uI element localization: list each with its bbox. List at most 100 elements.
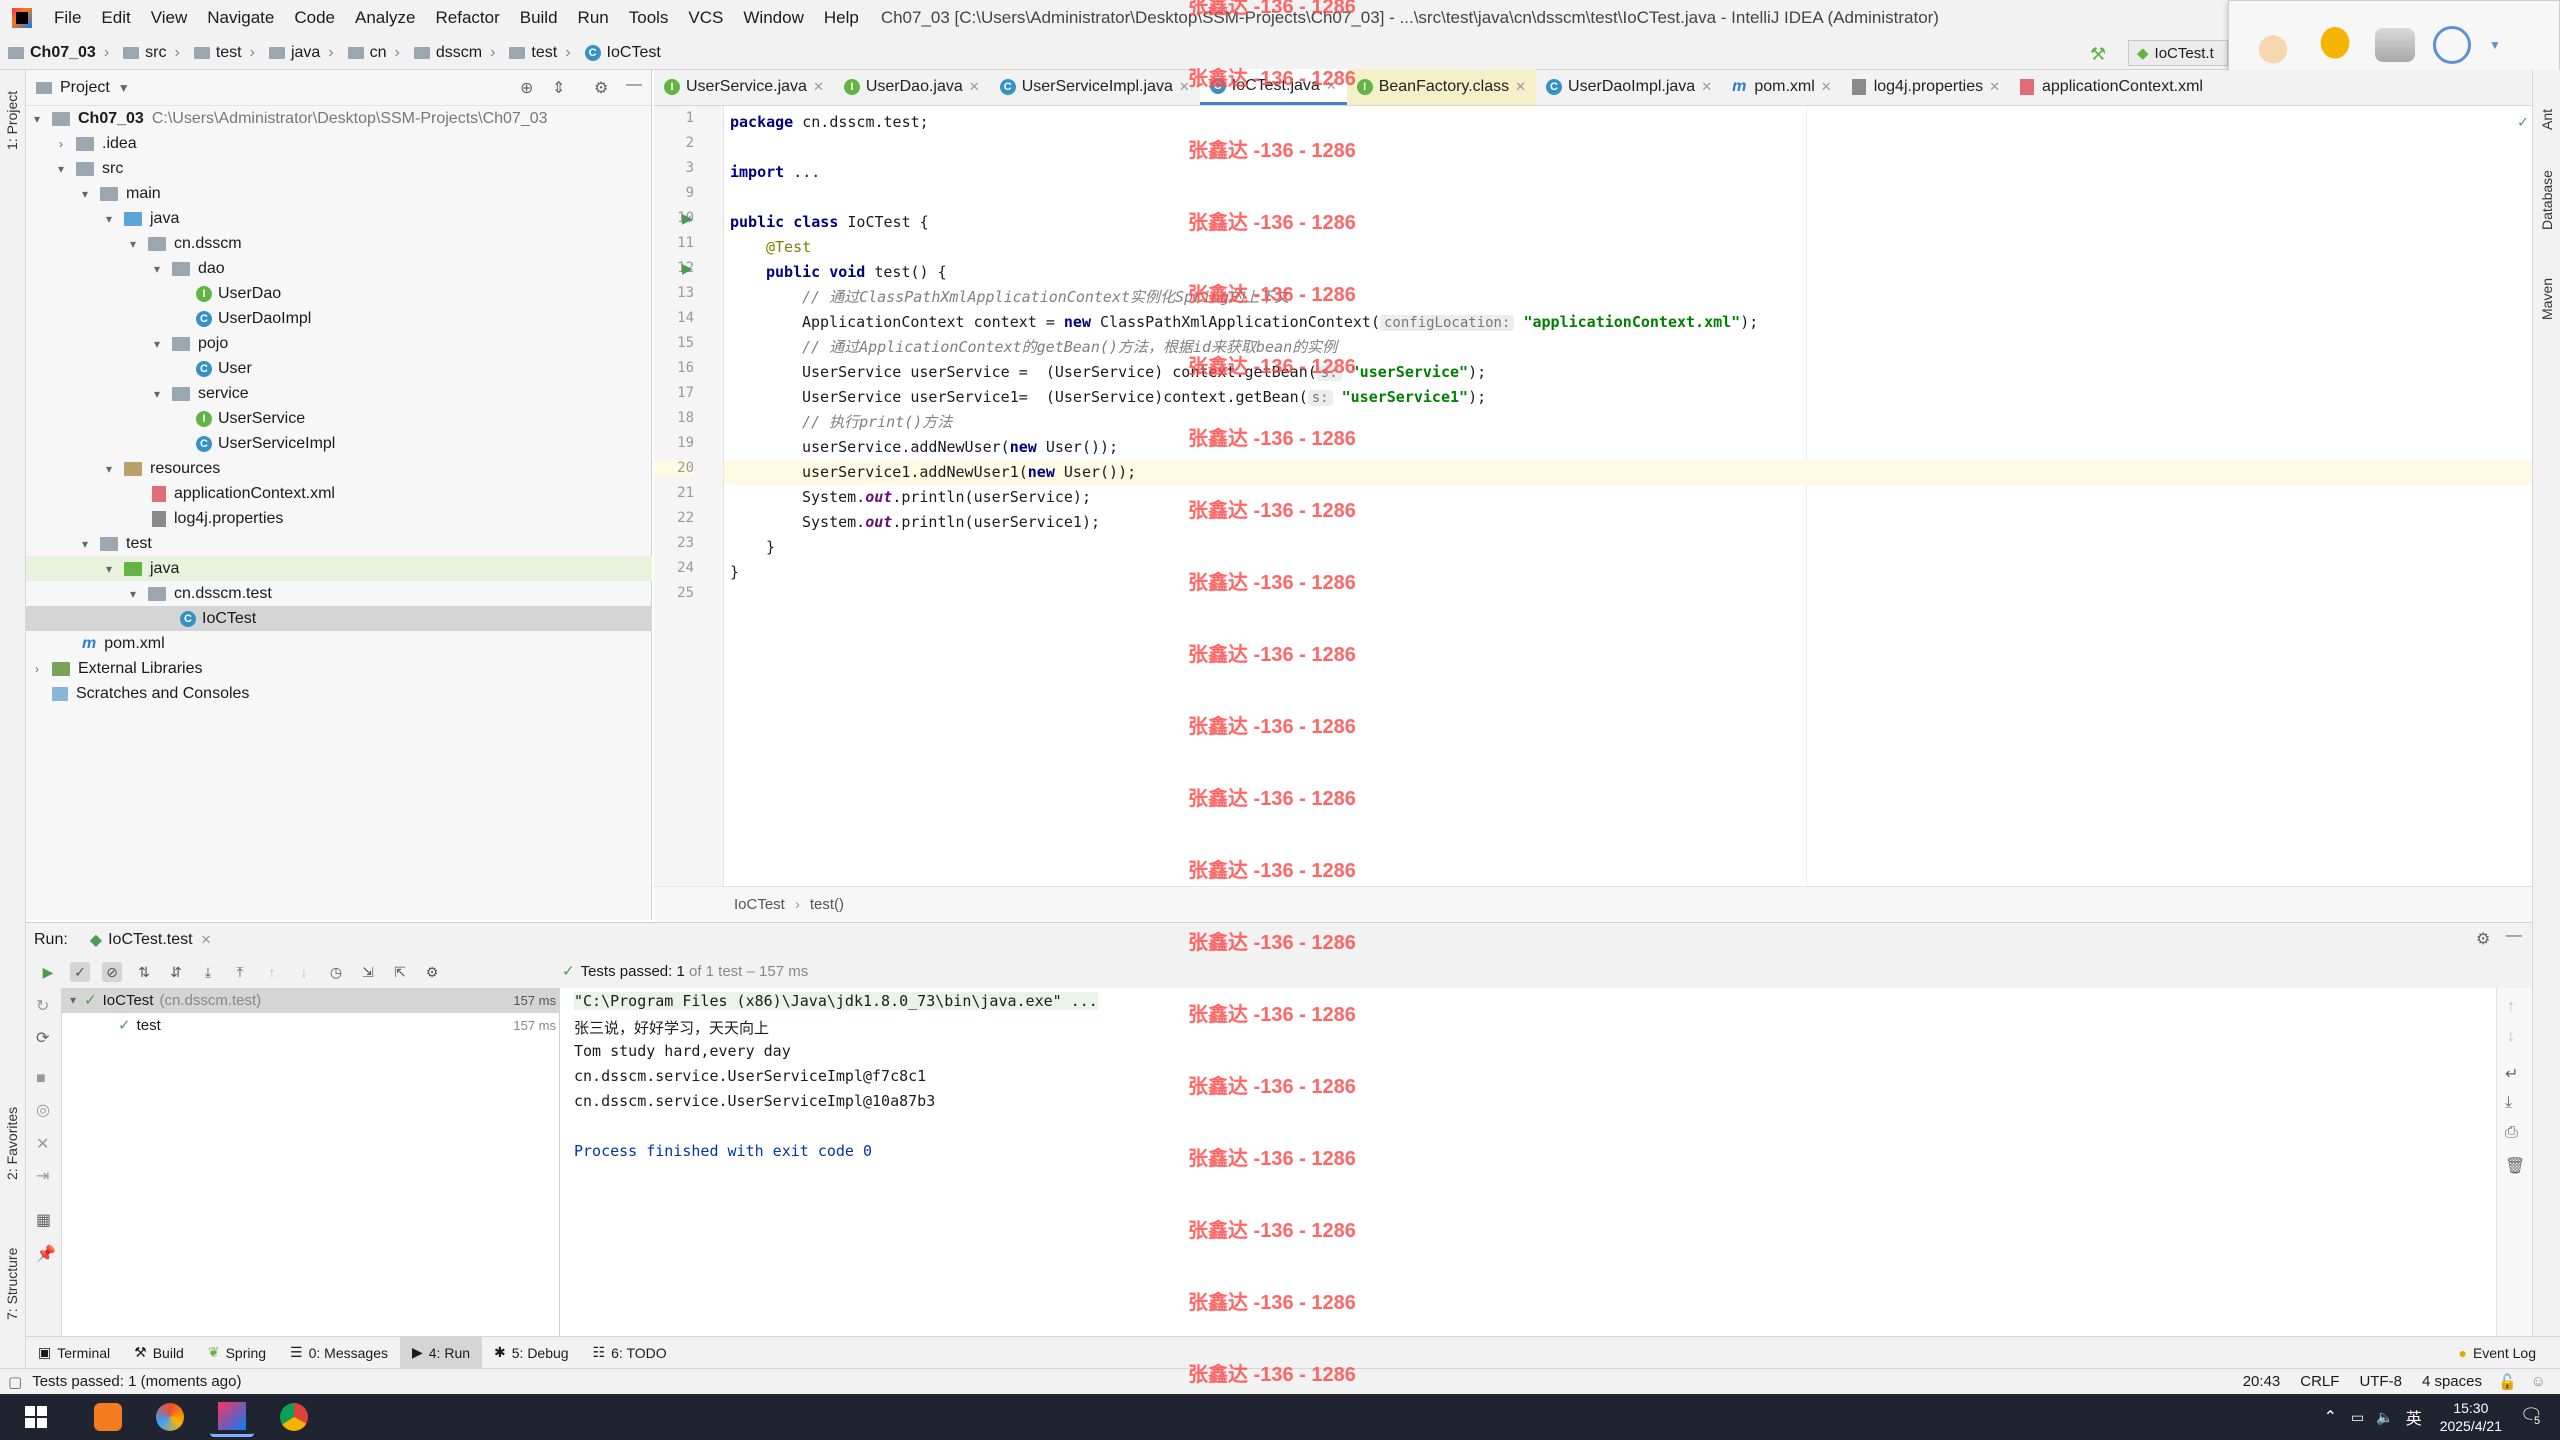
build-hammer-icon[interactable]: ⚒ [2090, 44, 2106, 65]
tree-item-scratches[interactable]: Scratches and Consoles [52, 681, 249, 706]
up-arrow-icon[interactable]: ↑ [2507, 998, 2515, 1016]
tree-item-pom-xml[interactable]: m pom.xml [82, 631, 165, 656]
tool-tab-spring[interactable]: ❦ Spring [196, 1337, 278, 1369]
code-editor[interactable]: package cn.dsscm.test; import ... public… [724, 106, 2532, 886]
tool-tab-event-log[interactable]: ● Event Log [2446, 1337, 2548, 1369]
tool-window-ant[interactable]: Ant [2539, 109, 2555, 130]
file-encoding[interactable]: UTF-8 [2359, 1373, 2402, 1390]
close-icon[interactable]: ✕ [969, 79, 980, 95]
close-icon[interactable]: ✕ [1701, 79, 1712, 95]
locate-icon[interactable]: ⊕ [520, 78, 533, 98]
tab-pom-xml[interactable]: m pom.xml ✕ [1722, 69, 1842, 105]
close-icon[interactable]: ✕ [201, 932, 212, 948]
run-tab-ioctest[interactable]: ◆ IoCTest.test ✕ [90, 930, 212, 950]
tab-userservice-java[interactable]: I UserService.java ✕ [654, 69, 834, 105]
close-icon[interactable]: ✕ [1989, 79, 2000, 95]
menu-run[interactable]: Run [568, 8, 619, 28]
collapse-all-icon[interactable]: ⤒ [230, 962, 250, 982]
lock-icon[interactable]: 🔓 [2498, 1373, 2517, 1391]
line-separator[interactable]: CRLF [2300, 1373, 2339, 1390]
notification-icon[interactable]: 🗨 5 [2520, 1405, 2544, 1429]
tree-item-src[interactable]: ▾ src [54, 156, 123, 181]
tool-tab-debug[interactable]: ✱ 5: Debug [482, 1337, 581, 1369]
menu-view[interactable]: View [141, 8, 198, 28]
test-suite-row[interactable]: ▾ ✓ IoCTest (cn.dsscm.test) 157 ms [70, 991, 556, 1010]
tree-item-userdao[interactable]: I UserDao [196, 281, 281, 306]
breadcrumb-test-pkg[interactable]: test › [501, 44, 576, 62]
editor-breadcrumb-class[interactable]: IoCTest [734, 896, 785, 913]
status-message[interactable]: Tests passed: 1 (moments ago) [32, 1373, 241, 1390]
close-icon[interactable]: ✕ [813, 79, 824, 95]
test-history-icon[interactable]: ◷ [326, 962, 346, 982]
hide-icon[interactable]: — [626, 76, 642, 94]
tree-item-external-libraries[interactable]: › External Libraries [30, 656, 203, 681]
tab-log4j-properties[interactable]: log4j.properties ✕ [1842, 69, 2010, 105]
dropdown-arrow-icon[interactable]: ▼ [2489, 38, 2501, 52]
tree-item-main[interactable]: ▾ main [78, 181, 161, 206]
menu-navigate[interactable]: Navigate [197, 8, 284, 28]
show-passed-icon[interactable]: ✓ [70, 962, 90, 982]
tray-chevron-icon[interactable]: ⌃ [2324, 1407, 2337, 1427]
breadcrumb-cn[interactable]: cn › [340, 44, 406, 62]
gear-icon[interactable]: ⚙ [594, 78, 608, 98]
close-icon[interactable]: ✕ [1515, 79, 1526, 95]
trash-icon[interactable]: 🗑 [2505, 1156, 2525, 1176]
tool-window-structure[interactable]: 7: Structure [4, 1248, 20, 1320]
tree-item-service[interactable]: ▾ service [150, 381, 249, 406]
tool-window-maven[interactable]: Maven [2539, 278, 2555, 320]
close-icon[interactable]: ✕ [1821, 79, 1832, 95]
menu-analyze[interactable]: Analyze [345, 8, 425, 28]
windows-start-icon[interactable] [14, 1397, 58, 1437]
tool-tab-terminal[interactable]: ▣ Terminal [26, 1337, 122, 1369]
breadcrumb-src[interactable]: src › [115, 44, 186, 62]
stop-icon[interactable]: ■ [36, 1070, 46, 1088]
tree-item-pojo[interactable]: ▾ pojo [150, 331, 228, 356]
exit-icon[interactable]: ⇥ [36, 1166, 49, 1186]
tool-window-favorites[interactable]: 2: Favorites [4, 1107, 20, 1180]
tool-tab-todo[interactable]: ☷ 6: TODO [581, 1337, 679, 1369]
pin-icon[interactable]: 📌 [36, 1244, 56, 1264]
import-tests-icon[interactable]: ⇲ [358, 962, 378, 982]
volume-icon[interactable]: 🔈 [2376, 1409, 2393, 1426]
soft-wrap-icon[interactable]: ↵ [2505, 1064, 2518, 1084]
tree-item-resources[interactable]: ▾ resources [102, 456, 220, 481]
tree-item-cn-dsscm[interactable]: ▾ cn.dsscm [126, 231, 242, 256]
tab-userserviceimpl-java[interactable]: C UserServiceImpl.java ✕ [990, 69, 1200, 105]
taskbar-app-2-icon[interactable] [148, 1397, 192, 1437]
tab-applicationcontext-xml[interactable]: applicationContext.xml [2010, 69, 2213, 105]
tree-item-test-java[interactable]: ▾ java [102, 556, 179, 581]
expand-all-icon[interactable]: ⤓ [198, 962, 218, 982]
sort-alpha-icon[interactable]: ⇅ [134, 962, 154, 982]
tree-item-java[interactable]: ▾ java [102, 206, 179, 231]
hand-icon[interactable] [2251, 23, 2295, 67]
comment-icon[interactable] [2313, 23, 2357, 67]
chevron-down-icon[interactable]: ▼ [118, 81, 130, 95]
tree-item-idea[interactable]: › .idea [54, 131, 137, 156]
tool-window-project[interactable]: 1: Project [4, 91, 20, 150]
document-icon[interactable] [2375, 28, 2415, 62]
dump-threads-icon[interactable]: ◎ [36, 1100, 50, 1120]
previous-failure-icon[interactable]: ↑ [262, 962, 282, 982]
tree-item-userdaoimpl[interactable]: C UserDaoImpl [196, 306, 311, 331]
editor-breadcrumb-method[interactable]: test() [810, 896, 844, 913]
tree-root[interactable]: ▾ Ch07_03 C:\Users\Administrator\Desktop\S… [30, 106, 548, 131]
tree-item-test[interactable]: ▾ test [78, 531, 152, 556]
tree-item-user[interactable]: C User [196, 356, 252, 381]
tab-beanfactory-class[interactable]: I BeanFactory.class ✕ [1346, 69, 1537, 105]
scroll-to-end-icon[interactable]: ⤓ [2505, 1094, 2512, 1112]
console-output[interactable]: "C:\Program Files (x86)\Java\jdk1.8.0_73… [560, 988, 2496, 1336]
breadcrumb-ioctest[interactable]: C IoCTest [577, 44, 667, 62]
collapse-all-icon[interactable]: ⇕ [552, 78, 565, 98]
menu-help[interactable]: Help [814, 8, 869, 28]
sort-duration-icon[interactable]: ⇵ [166, 962, 186, 982]
down-arrow-icon[interactable]: ↓ [2507, 1028, 2515, 1046]
caret-position[interactable]: 20:43 [2243, 1373, 2281, 1390]
show-ignored-icon[interactable]: ⊘ [102, 962, 122, 982]
toggle-auto-test-icon[interactable]: ⟳ [36, 1028, 49, 1048]
run-test-method-icon[interactable]: ▶ [682, 260, 693, 277]
settings-icon[interactable]: ⚙ [422, 962, 442, 982]
clock[interactable]: 15:30 2025/4/21 [2440, 1399, 2502, 1435]
tool-tab-run[interactable]: ▶ 4: Run [399, 1336, 483, 1369]
tab-userdaoimpl-java[interactable]: C UserDaoImpl.java ✕ [1536, 69, 1722, 105]
hide-icon[interactable]: — [2506, 927, 2522, 945]
